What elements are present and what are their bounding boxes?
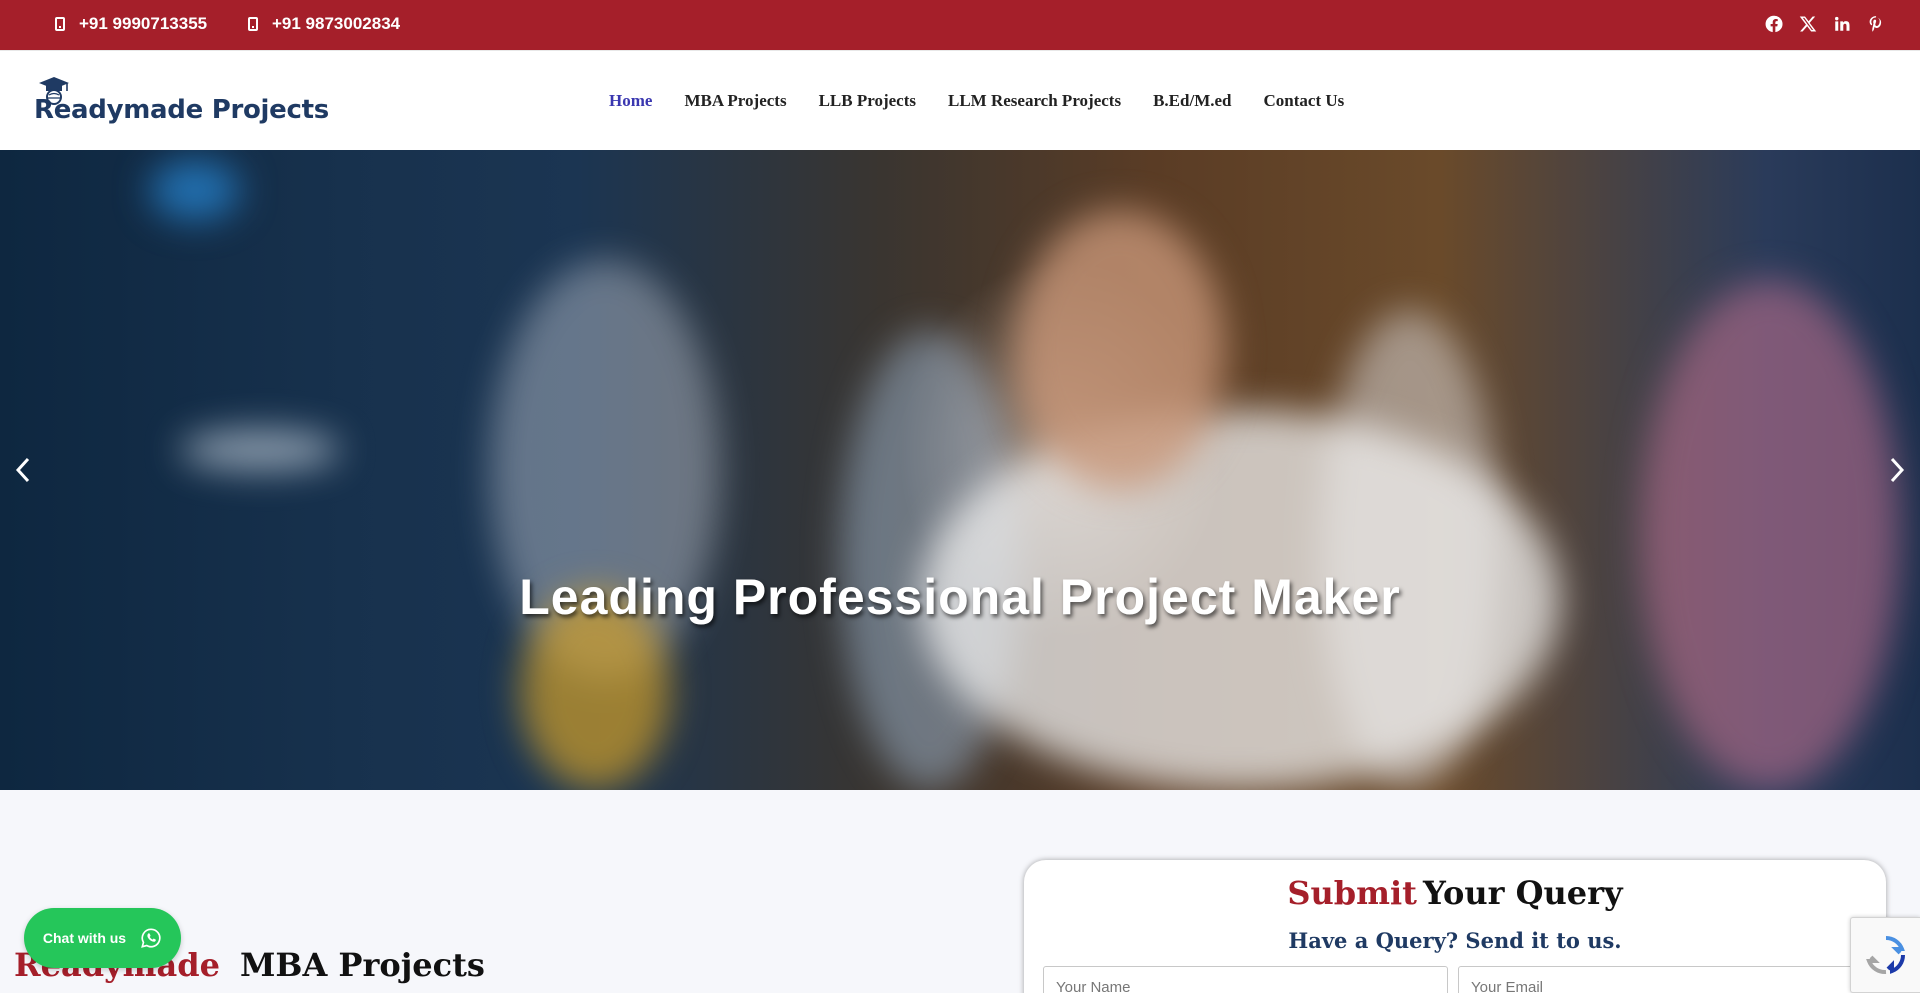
chevron-right-icon	[1890, 457, 1905, 483]
main-nav: Home MBA Projects LLB Projects LLM Resea…	[609, 91, 1344, 111]
pinterest-icon[interactable]	[1866, 14, 1886, 34]
nav-bed-med[interactable]: B.Ed/M.ed	[1153, 91, 1231, 111]
hero-slider: Leading Professional Project Maker	[0, 150, 1920, 790]
linkedin-icon[interactable]	[1832, 14, 1852, 34]
phone-contact-1[interactable]: +91 9990713355	[55, 14, 207, 34]
query-form-card: Submit Your Query Have a Query? Send it t…	[1024, 860, 1886, 993]
name-input[interactable]: Your Name	[1043, 966, 1448, 993]
chevron-left-icon	[15, 457, 30, 483]
facebook-icon[interactable]	[1764, 14, 1784, 34]
phone-number-1: +91 9990713355	[79, 14, 208, 33]
nav-mba-projects[interactable]: MBA Projects	[684, 91, 786, 111]
recaptcha-badge[interactable]	[1850, 917, 1920, 993]
nav-contact-us[interactable]: Contact Us	[1264, 91, 1345, 111]
logo-text: Readymade Projects	[34, 95, 329, 125]
top-bar: +91 9990713355 +91 9873002834	[0, 0, 1920, 50]
graduation-cap-globe-icon	[36, 75, 72, 110]
nav-home[interactable]: Home	[609, 91, 652, 111]
slider-prev-button[interactable]	[8, 452, 38, 488]
x-twitter-icon[interactable]	[1798, 14, 1818, 34]
query-form-subtitle: Have a Query? Send it to us.	[1288, 928, 1622, 953]
phone-number-2: +91 9873002834	[272, 14, 401, 33]
query-form-title: Submit Your Query	[1024, 874, 1886, 912]
site-logo[interactable]: Readymade Projects	[34, 75, 329, 125]
nav-llb-projects[interactable]: LLB Projects	[819, 91, 916, 111]
social-links	[1764, 14, 1886, 34]
recaptcha-icon	[1865, 935, 1905, 975]
phone-contact-2[interactable]: +91 9873002834	[248, 14, 400, 34]
hero-title: Leading Professional Project Maker	[519, 569, 1401, 625]
whatsapp-icon	[141, 928, 161, 948]
nav-llm-research-projects[interactable]: LLM Research Projects	[948, 91, 1121, 111]
chat-label: Chat with us	[42, 930, 127, 946]
query-title-rest: Your Query	[1422, 874, 1623, 912]
mobile-phone-icon	[248, 17, 258, 31]
slider-next-button[interactable]	[1882, 452, 1912, 488]
query-title-highlight: Submit	[1287, 874, 1417, 912]
chat-with-us-button[interactable]: Chat with us	[24, 908, 181, 968]
site-header: Readymade Projects Home MBA Projects LLB…	[0, 50, 1920, 150]
section-title-rest: MBA Projects	[239, 946, 485, 984]
mobile-phone-icon	[55, 17, 65, 31]
email-input[interactable]: Your Email	[1458, 966, 1863, 993]
